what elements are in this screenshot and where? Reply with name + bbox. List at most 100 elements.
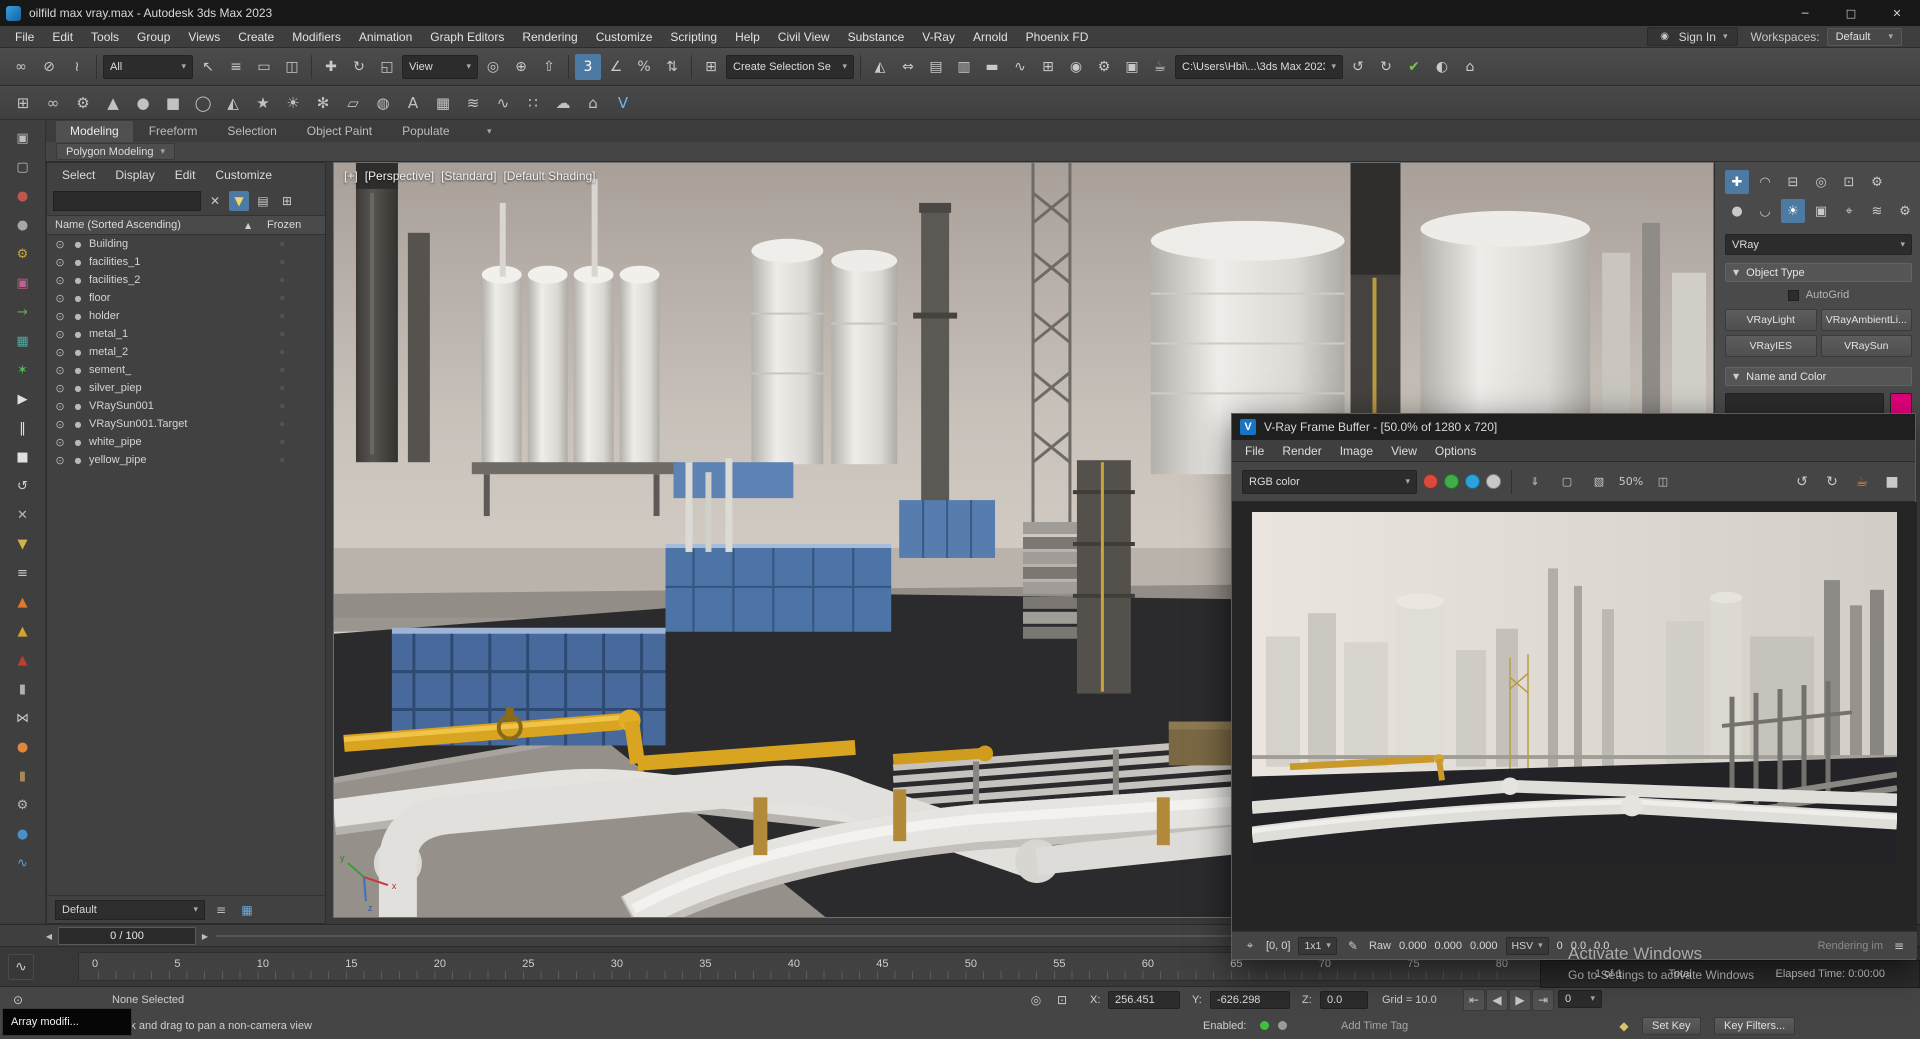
- close-button[interactable]: ✕: [1874, 0, 1920, 26]
- material-editor-icon[interactable]: ◉: [1063, 54, 1089, 80]
- green-burst-icon[interactable]: ✶: [11, 358, 35, 382]
- pyramid-primitive-icon[interactable]: ◭: [220, 90, 246, 116]
- spinner-down-icon[interactable]: ▾: [1590, 994, 1595, 1004]
- name-column-header[interactable]: Name (Sorted Ascending): [55, 219, 181, 231]
- menu-item[interactable]: Create: [229, 26, 283, 48]
- stop-icon[interactable]: ■: [11, 445, 35, 469]
- scene-explorer-column-header[interactable]: Name (Sorted Ascending) ▲ Frozen: [47, 215, 325, 235]
- motion-panel-icon[interactable]: ◎: [1809, 170, 1833, 194]
- mini-curve-editor-button[interactable]: ∿: [8, 954, 34, 980]
- trackbar-right-arrow[interactable]: ▶: [198, 928, 212, 944]
- stop-render-icon[interactable]: ■: [1879, 469, 1905, 495]
- select-and-manipulate-icon[interactable]: ⊕: [508, 54, 534, 80]
- key-filters-button[interactable]: Key Filters...: [1714, 1017, 1796, 1035]
- modify-panel-icon[interactable]: ◠: [1753, 170, 1777, 194]
- rectangular-selection-region-icon[interactable]: ▭: [251, 54, 277, 80]
- frozen-toggle-icon[interactable]: ◦: [279, 310, 286, 323]
- frozen-toggle-icon[interactable]: ◦: [279, 454, 286, 467]
- play-animation-icon[interactable]: ▶: [1509, 989, 1531, 1011]
- visibility-eye-icon[interactable]: ⊙: [53, 364, 67, 377]
- workspaces-dropdown[interactable]: Default ▾: [1826, 27, 1902, 46]
- pause-icon[interactable]: ‖: [11, 416, 35, 440]
- particle-system-icon[interactable]: ∷: [520, 90, 546, 116]
- flame-red-icon[interactable]: ▲: [11, 648, 35, 672]
- rendered-frame-window-icon[interactable]: ▣: [1119, 54, 1145, 80]
- selection-filter-dropdown[interactable]: All ▾: [103, 54, 193, 79]
- flame-orange-icon[interactable]: ▲: [11, 590, 35, 614]
- chain-link-icon[interactable]: ∞: [40, 90, 66, 116]
- bone-icon[interactable]: ⋈: [11, 706, 35, 730]
- box-primitive-icon[interactable]: ■: [160, 90, 186, 116]
- select-and-scale-icon[interactable]: ◱: [374, 54, 400, 80]
- viewport-standard-menu[interactable]: [Standard]: [441, 169, 496, 183]
- menu-item[interactable]: Graph Editors: [421, 26, 513, 48]
- zoom-level-badge[interactable]: 50%: [1618, 469, 1644, 495]
- visibility-eye-icon[interactable]: ⊙: [53, 400, 67, 413]
- fit-to-window-icon[interactable]: ◫: [1650, 469, 1676, 495]
- scene-object-row[interactable]: ⊙ ● white_pipe ◦: [47, 433, 325, 451]
- barrel-icon[interactable]: ▮: [11, 764, 35, 788]
- schematic-view-icon[interactable]: ⊞: [1035, 54, 1061, 80]
- snaps-toggle-icon[interactable]: 3: [575, 53, 601, 80]
- menu-item[interactable]: Civil View: [769, 26, 839, 48]
- mono-channel-icon[interactable]: [1486, 474, 1501, 489]
- blue-channel-icon[interactable]: [1465, 474, 1480, 489]
- object-name-field[interactable]: [1725, 393, 1884, 415]
- scene-object-row[interactable]: ⊙ ● yellow_pipe ◦: [47, 451, 325, 469]
- viewport-layout-b-icon[interactable]: ▢: [11, 155, 35, 179]
- wave-blue-icon[interactable]: ∿: [11, 851, 35, 875]
- use-pivot-center-icon[interactable]: ◎: [480, 54, 506, 80]
- frozen-toggle-icon[interactable]: ◦: [279, 364, 286, 377]
- maximize-button[interactable]: □: [1828, 0, 1874, 26]
- scene-explorer-menu-item[interactable]: Edit: [166, 168, 205, 182]
- scene-explorer-menu-item[interactable]: Select: [53, 168, 104, 182]
- menu-item[interactable]: Scripting: [661, 26, 726, 48]
- layer-manager-icon[interactable]: ▤: [923, 54, 949, 80]
- select-and-link-icon[interactable]: ∞: [8, 54, 34, 80]
- selection-set-dropdown[interactable]: Default ▾: [55, 899, 205, 920]
- blue-ball-icon[interactable]: ●: [11, 822, 35, 846]
- scene-object-row[interactable]: ⊙ ● holder ◦: [47, 307, 325, 325]
- vfb-menu-item[interactable]: Options: [1426, 440, 1485, 462]
- ribbon-config-icon[interactable]: ▾: [472, 122, 492, 142]
- ribbon-tab[interactable]: Modeling: [56, 121, 133, 142]
- delete-icon[interactable]: ✕: [11, 503, 35, 527]
- visibility-eye-icon[interactable]: ⊙: [53, 256, 67, 269]
- object-type-button[interactable]: VRayAmbientLi...: [1820, 309, 1912, 331]
- cone-primitive-icon[interactable]: ▲: [100, 90, 126, 116]
- region-render-icon[interactable]: ▧: [1586, 469, 1612, 495]
- save-image-icon[interactable]: ⇓: [1522, 469, 1548, 495]
- compare-icon[interactable]: ◐: [1429, 54, 1455, 80]
- isolate-selection-icon[interactable]: ◎: [1026, 990, 1046, 1010]
- snowflake-icon[interactable]: ✻: [310, 90, 336, 116]
- vfb-menu-item[interactable]: View: [1382, 440, 1426, 462]
- sun-light-icon[interactable]: ☀: [280, 90, 306, 116]
- containers-icon[interactable]: ⊞: [10, 90, 36, 116]
- create-panel-icon[interactable]: ✚: [1725, 170, 1749, 194]
- snap-lock-icon[interactable]: ⊡: [1052, 990, 1072, 1010]
- hierarchy-panel-icon[interactable]: ⊟: [1781, 170, 1805, 194]
- light-type-dropdown[interactable]: VRay ▾: [1725, 234, 1912, 255]
- named-selection-combo[interactable]: Create Selection Se ▾: [726, 54, 854, 79]
- spacewarps-category-icon[interactable]: ≋: [1865, 199, 1889, 223]
- visibility-eye-icon[interactable]: ⊙: [53, 436, 67, 449]
- lights-category-icon[interactable]: ☀: [1781, 199, 1805, 223]
- name-and-color-rollout[interactable]: ▼ Name and Color: [1725, 367, 1912, 386]
- channel-dropdown[interactable]: RGB color ▾: [1242, 469, 1417, 494]
- angle-snap-icon[interactable]: ∠: [603, 54, 629, 80]
- viewport-layout-a-icon[interactable]: ▣: [11, 126, 35, 150]
- visibility-eye-icon[interactable]: ⊙: [53, 418, 67, 431]
- frozen-toggle-icon[interactable]: ◦: [279, 274, 286, 287]
- scene-object-row[interactable]: ⊙ ● metal_2 ◦: [47, 343, 325, 361]
- wave-warp-icon[interactable]: ∿: [490, 90, 516, 116]
- wind-warp-icon[interactable]: ≋: [460, 90, 486, 116]
- edit-named-selection-sets-icon[interactable]: ⊞: [698, 54, 724, 80]
- z-coordinate-field[interactable]: 0.0: [1320, 991, 1368, 1009]
- magenta-box-icon[interactable]: ▣: [11, 271, 35, 295]
- scene-search-input[interactable]: [53, 191, 201, 211]
- mirror-icon[interactable]: ◭: [867, 54, 893, 80]
- undo-view-icon[interactable]: ↺: [1345, 54, 1371, 80]
- select-and-move-icon[interactable]: ✚: [318, 54, 344, 80]
- menu-item[interactable]: Tools: [82, 26, 128, 48]
- curve-editor-icon[interactable]: ∿: [1007, 54, 1033, 80]
